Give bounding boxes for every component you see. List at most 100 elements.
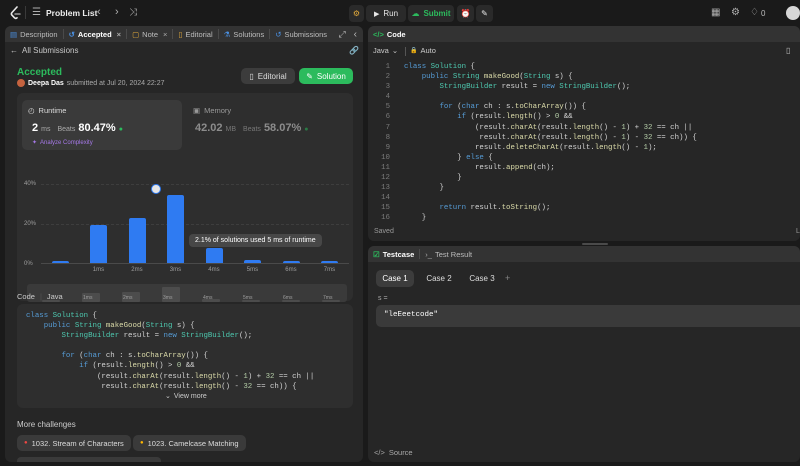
notes-button[interactable]: ✎ bbox=[476, 5, 493, 22]
line-number: 4 bbox=[385, 93, 390, 102]
avatar[interactable] bbox=[786, 6, 800, 20]
tab-accepted[interactable]: ↺ Accepted × bbox=[64, 26, 126, 42]
code-text: } bbox=[404, 184, 444, 193]
runtime-box[interactable]: ◴ Runtime 2 ms Beats 80.47% ● ✦ Analyze … bbox=[22, 100, 182, 150]
back-link[interactable]: ← All Submissions bbox=[10, 46, 78, 55]
chart-bar-5ms[interactable] bbox=[244, 260, 262, 263]
code-editor-panel: </> Code Java ⌄ 🔒 Auto ▯ 1 class Solution… bbox=[368, 26, 800, 241]
code-text: result.append(ch); bbox=[404, 163, 555, 172]
line-number: 10 bbox=[381, 153, 390, 162]
chart-bar-1ms[interactable] bbox=[90, 225, 108, 263]
tab-submissions[interactable]: ↺ Submissions bbox=[270, 26, 332, 42]
chart-bar-2ms[interactable] bbox=[128, 218, 146, 263]
lock-icon: 🔒 bbox=[410, 48, 418, 54]
collapse-icon[interactable]: ‹ bbox=[354, 29, 357, 40]
panel-resize-handle[interactable] bbox=[582, 243, 608, 245]
code-text: result.charAt(result.length() - 1) - 32 … bbox=[404, 133, 697, 142]
code-line[interactable]: 2 public String makeGood(String s) { bbox=[368, 72, 800, 82]
code-text: } bbox=[404, 174, 462, 183]
status-accepted: Accepted bbox=[17, 67, 63, 78]
code-line[interactable]: 3 StringBuilder result = new StringBuild… bbox=[368, 82, 800, 92]
tab-description[interactable]: ▤ Description bbox=[5, 26, 63, 42]
language-select[interactable]: Java ⌄ bbox=[373, 46, 398, 55]
view-more-label: View more bbox=[173, 392, 207, 400]
chart-bar-7ms[interactable] bbox=[321, 260, 339, 263]
solution-button[interactable]: ✎ Solution bbox=[299, 68, 353, 84]
chart-bar-0ms[interactable] bbox=[51, 260, 69, 263]
share-link-icon[interactable]: 🔗 bbox=[349, 46, 359, 55]
tab-note[interactable]: ▢ Note × bbox=[127, 26, 172, 42]
settings-icon[interactable]: ⚙ bbox=[731, 8, 740, 18]
challenge-chip[interactable]: ● 1023. Camelcase Matching bbox=[133, 435, 246, 451]
code-line[interactable]: 11 result.append(ch); bbox=[368, 163, 800, 173]
source-link[interactable]: </> Source bbox=[374, 448, 413, 457]
debug-button[interactable]: ⚙ bbox=[349, 5, 364, 22]
line-number: 1 bbox=[385, 63, 390, 71]
case-2-tab[interactable]: Case 2 bbox=[420, 270, 458, 287]
code-line[interactable]: 5 for (char ch : s.toCharArray()) { bbox=[368, 102, 800, 112]
tab-editorial[interactable]: ▯ Editorial bbox=[173, 26, 217, 42]
code-editor[interactable]: 1 class Solution {2 public String makeGoo… bbox=[368, 62, 800, 222]
prev-problem-icon[interactable]: ‹ bbox=[97, 7, 101, 18]
memory-box[interactable]: ▣ Memory 42.02 MB Beats 58.07% ● bbox=[189, 100, 349, 150]
shuffle-icon[interactable]: ⤨ bbox=[129, 8, 137, 18]
chart-bar-6ms[interactable] bbox=[282, 260, 300, 263]
code-line[interactable]: 10 } else { bbox=[368, 153, 800, 163]
case-3-tab[interactable]: Case 3 bbox=[463, 270, 501, 287]
line-number: 11 bbox=[381, 163, 390, 172]
leetcode-logo[interactable] bbox=[9, 6, 22, 20]
next-problem-icon[interactable]: › bbox=[115, 7, 119, 18]
analyze-complexity-link[interactable]: Analyze Complexity bbox=[40, 140, 93, 146]
code-line[interactable]: 4 bbox=[368, 92, 800, 102]
add-case-icon[interactable]: + bbox=[505, 273, 510, 283]
editorial-button[interactable]: ▯ Editorial bbox=[241, 68, 295, 84]
tab-solutions[interactable]: ⚗ Solutions bbox=[219, 26, 270, 42]
testcase-input[interactable]: "leEeetcode" bbox=[376, 305, 800, 327]
grid-icon[interactable]: ▦ bbox=[711, 8, 720, 18]
range-selector[interactable]: 1ms 2ms 3ms 4ms 5ms 6ms 7ms bbox=[27, 284, 347, 302]
code-line[interactable]: 6 if (result.length() > 0 && bbox=[368, 112, 800, 122]
run-button[interactable]: ▶ Run bbox=[366, 5, 406, 22]
chevron-down-icon: ⌄ bbox=[391, 46, 399, 55]
tab-testcase[interactable]: ☑ Testcase bbox=[368, 246, 419, 262]
submit-button[interactable]: ☁ Submit bbox=[408, 5, 454, 22]
code-line[interactable]: 7 (result.charAt(result.length() - 1) + … bbox=[368, 123, 800, 133]
chart-bar-4ms[interactable] bbox=[205, 248, 223, 263]
flask-icon: ⚗ bbox=[223, 29, 231, 39]
close-icon[interactable]: × bbox=[117, 30, 121, 39]
code-line[interactable]: 15 return result.toString(); bbox=[368, 203, 800, 213]
tab-label: Test Result bbox=[434, 249, 473, 259]
top-bar: ☰ Problem List ‹ › ⤨ ⚙ ▶ Run ☁ Submit ⏰ … bbox=[0, 0, 800, 26]
case-1-tab[interactable]: Case 1 bbox=[376, 270, 414, 287]
code-text: } else { bbox=[404, 153, 493, 162]
code-line[interactable]: 14 bbox=[368, 193, 800, 203]
code-line[interactable]: 16 } bbox=[368, 213, 800, 223]
code-line[interactable]: 9 result.deleteCharAt(result.length() - … bbox=[368, 143, 800, 153]
input-variable-label: s = bbox=[378, 295, 388, 302]
timer-button[interactable]: ⏰ bbox=[457, 5, 474, 22]
tab-code[interactable]: </> Code bbox=[368, 26, 411, 42]
code-line[interactable]: 8 result.charAt(result.length() - 1) - 3… bbox=[368, 133, 800, 143]
chart-bar-3ms[interactable] bbox=[167, 195, 185, 263]
view-more-button[interactable]: ⌄ View more bbox=[165, 392, 207, 401]
problem-list-link[interactable]: Problem List bbox=[46, 8, 97, 18]
book-icon: ▯ bbox=[249, 71, 254, 81]
close-icon[interactable]: × bbox=[163, 30, 167, 39]
tab-test-result[interactable]: ›_ Test Result bbox=[420, 246, 477, 262]
auto-format-toggle[interactable]: 🔒 Auto bbox=[410, 46, 436, 55]
gridline bbox=[41, 184, 349, 185]
mini-tick-label: 5ms bbox=[243, 295, 253, 301]
bookmark-icon[interactable]: ▯ bbox=[786, 46, 790, 55]
code-line[interactable]: 1 class Solution { bbox=[368, 62, 800, 72]
code-line[interactable]: 13 } bbox=[368, 183, 800, 193]
challenge-chip-partial[interactable] bbox=[17, 457, 161, 462]
author-name[interactable]: Deepa Das bbox=[28, 80, 64, 87]
code-line[interactable]: 12 } bbox=[368, 173, 800, 183]
mini-tick-label: 4ms bbox=[203, 295, 213, 301]
code-text: (result.charAt(result.length() - 1) + 32… bbox=[404, 123, 693, 132]
challenge-chip[interactable]: ● 1032. Stream of Characters bbox=[17, 435, 131, 451]
list-icon[interactable]: ☰ bbox=[32, 8, 41, 18]
mini-tick-label: 3ms bbox=[163, 295, 173, 301]
maximize-icon[interactable]: ⤢ bbox=[338, 29, 345, 40]
streak-flame-icon[interactable]: ♢ bbox=[750, 8, 759, 18]
